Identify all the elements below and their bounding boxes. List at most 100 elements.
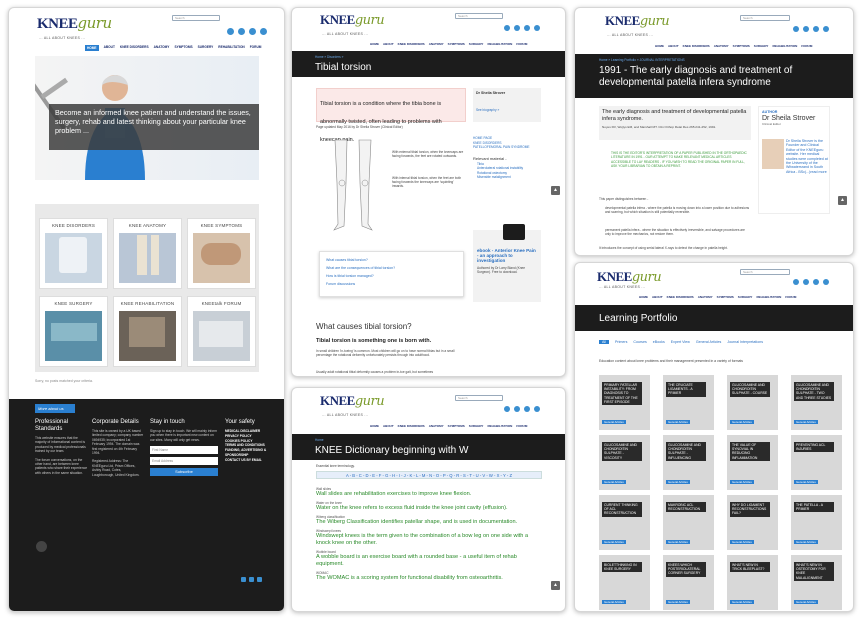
portfolio-card-category-button[interactable]: General Articles: [666, 600, 690, 604]
search-input[interactable]: Search: [455, 13, 503, 19]
nav-anatomy[interactable]: ANATOMY: [714, 44, 729, 48]
portfolio-card[interactable]: KNEES WHICH POSTERIOLATERAL CORNER SURGE…: [663, 555, 714, 610]
nav-about[interactable]: ABOUT: [104, 45, 115, 51]
youtube-icon[interactable]: [249, 28, 256, 35]
tile-knee-surgery[interactable]: KNEE SURGERY: [39, 296, 108, 367]
portfolio-card[interactable]: GLUCOSAMINE AND CHONDROITIN SULPHATE - I…: [663, 435, 714, 490]
tab-general-articles[interactable]: General Articles: [696, 340, 721, 344]
nav-home[interactable]: HOME: [639, 295, 648, 299]
tab-journal-interpretations[interactable]: Journal Interpretations: [727, 340, 763, 344]
subscribe-button[interactable]: Subscribe: [150, 468, 218, 477]
nav-forum[interactable]: FORUM: [785, 295, 796, 299]
nav-symptoms[interactable]: SYMPTOMS: [448, 42, 465, 46]
tab-courses[interactable]: Courses: [633, 340, 646, 344]
email-icon[interactable]: [534, 25, 540, 31]
ebook-box[interactable]: ebook - Anterior Knee Pain - an approach…: [473, 224, 541, 302]
portfolio-card[interactable]: BIOLETTHINKING IN KNEE SURGERY General Ar…: [599, 555, 650, 610]
twitter-icon[interactable]: [803, 279, 809, 285]
site-logo[interactable]: KNEEguru: [597, 269, 662, 285]
twitter-icon[interactable]: [514, 25, 520, 31]
dict-entry[interactable]: Wobble board A wobble board is an exerci…: [316, 550, 544, 568]
nav-symptoms[interactable]: SYMPTOMS: [717, 295, 734, 299]
twitter-icon[interactable]: [514, 406, 520, 412]
nav-forum[interactable]: FORUM: [801, 44, 812, 48]
nav-symptoms[interactable]: SYMPTOMS: [174, 45, 192, 51]
tile-knee-disorders[interactable]: KNEE DISORDERS: [39, 218, 108, 289]
youtube-icon[interactable]: [524, 25, 530, 31]
rss-icon[interactable]: [36, 541, 47, 552]
nav-disorders[interactable]: KNEE DISORDERS: [398, 424, 425, 428]
search-input[interactable]: Search: [740, 15, 790, 21]
portfolio-card[interactable]: MAKROBIC ACL RECONSTRUCTION General Artic…: [663, 495, 714, 550]
nav-anatomy[interactable]: ANATOMY: [429, 42, 444, 46]
dict-entry[interactable]: Wall slides Wall slides are rehabilitati…: [316, 487, 544, 498]
facebook-icon[interactable]: [227, 28, 234, 35]
facebook-icon[interactable]: [504, 25, 510, 31]
portfolio-card-category-button[interactable]: General Articles: [730, 480, 754, 484]
portfolio-card[interactable]: THE PATELLA - A PRIMER General Articles: [791, 495, 842, 550]
portfolio-card[interactable]: THE VALUE OF SYNOVIAL IN REDUCING INFLAM…: [727, 435, 778, 490]
email-icon[interactable]: [260, 28, 267, 35]
toc-link-managed[interactable]: How is tibial torsion managed?: [326, 272, 457, 280]
nav-about[interactable]: ABOUT: [652, 295, 663, 299]
dict-entry[interactable]: Windswept knees Windswept knees is the t…: [316, 529, 544, 547]
portfolio-card[interactable]: GLUCOSAMINE AND CHONDROITIN SULPHATE - T…: [791, 375, 842, 430]
portfolio-card-category-button[interactable]: General Articles: [666, 540, 690, 544]
scroll-up-button[interactable]: ▲: [551, 581, 560, 590]
nav-forum[interactable]: FORUM: [250, 45, 262, 51]
search-input[interactable]: Search: [740, 269, 790, 275]
portfolio-card-category-button[interactable]: General Articles: [730, 540, 754, 544]
nav-home[interactable]: HOME: [370, 424, 379, 428]
portfolio-card-category-button[interactable]: General Articles: [794, 480, 818, 484]
breadcrumb[interactable]: Home » Disorders »: [315, 55, 343, 59]
site-logo[interactable]: KNEEguru: [320, 393, 385, 409]
tile-kneetalk-forum[interactable]: KNEEtalk FORUM: [187, 296, 256, 367]
toc-link-consequences[interactable]: What are the consequences of tibial tors…: [326, 264, 457, 272]
nav-forum[interactable]: FORUM: [516, 42, 527, 46]
more-about-us-button[interactable]: More about us: [35, 404, 75, 413]
nav-rehab[interactable]: REHABILITATION: [218, 45, 244, 51]
twitter-icon[interactable]: [238, 28, 245, 35]
tile-knee-symptoms[interactable]: KNEE SYMPTOMS: [187, 218, 256, 289]
scroll-up-button[interactable]: ▲: [838, 196, 847, 205]
nav-rehab[interactable]: REHABILITATION: [487, 42, 512, 46]
nav-home[interactable]: HOME: [370, 42, 379, 46]
nav-rehab[interactable]: REHABILITATION: [756, 295, 781, 299]
portfolio-card[interactable]: PREVENTING ACL INJURIES General Articles: [791, 435, 842, 490]
nav-surgery[interactable]: SURGERY: [469, 42, 484, 46]
email-icon[interactable]: [823, 26, 829, 32]
portfolio-card-category-button[interactable]: General Articles: [602, 480, 626, 484]
nav-rehab[interactable]: REHABILITATION: [487, 424, 512, 428]
portfolio-card-category-button[interactable]: General Articles: [730, 420, 754, 424]
portfolio-card-category-button[interactable]: General Articles: [666, 420, 690, 424]
facebook-icon[interactable]: [793, 26, 799, 32]
nav-symptoms[interactable]: SYMPTOMS: [733, 44, 750, 48]
alphabet-bar[interactable]: A - B - C - D - E - F - G - H - I - J - …: [316, 471, 542, 479]
footer-linkedin-icon[interactable]: [257, 577, 262, 582]
nav-disorders[interactable]: KNEE DISORDERS: [683, 44, 710, 48]
portfolio-card-category-button[interactable]: General Articles: [666, 480, 690, 484]
footer-facebook-icon[interactable]: [241, 577, 246, 582]
facebook-icon[interactable]: [504, 406, 510, 412]
nav-home[interactable]: HOME: [85, 45, 99, 51]
nav-surgery[interactable]: SURGERY: [198, 45, 214, 51]
portfolio-card[interactable]: WHY DO LIGAMENT RECONSTRUCTIONS FAIL? Gen…: [727, 495, 778, 550]
facebook-icon[interactable]: [793, 279, 799, 285]
portfolio-card-category-button[interactable]: General Articles: [602, 600, 626, 604]
portfolio-card-category-button[interactable]: General Articles: [794, 540, 818, 544]
nav-about[interactable]: ABOUT: [668, 44, 679, 48]
site-logo[interactable]: KNEEguru: [37, 14, 112, 33]
footer-link-funding[interactable]: FUNDING, ADVERTISING & SPONSORSHIP: [225, 448, 275, 458]
twitter-icon[interactable]: [803, 26, 809, 32]
tab-expert-view[interactable]: Expert View: [671, 340, 690, 344]
nav-symptoms[interactable]: SYMPTOMS: [448, 424, 465, 428]
search-input[interactable]: Search: [172, 15, 220, 21]
tile-knee-rehabilitation[interactable]: KNEE REHABILITATION: [113, 296, 182, 367]
portfolio-card[interactable]: WHAT'S NEW IN TRICK BLEEPLAST? General Ar…: [727, 555, 778, 610]
nav-forum[interactable]: FORUM: [516, 424, 527, 428]
nav-surgery[interactable]: SURGERY: [754, 44, 769, 48]
dict-entry[interactable]: Wiberg classification The Wiberg Classif…: [316, 515, 544, 526]
nav-about[interactable]: ABOUT: [383, 424, 394, 428]
nav-anatomy[interactable]: ANATOMY: [429, 424, 444, 428]
toc-link-causes[interactable]: What causes tibial torsion?: [326, 256, 457, 264]
